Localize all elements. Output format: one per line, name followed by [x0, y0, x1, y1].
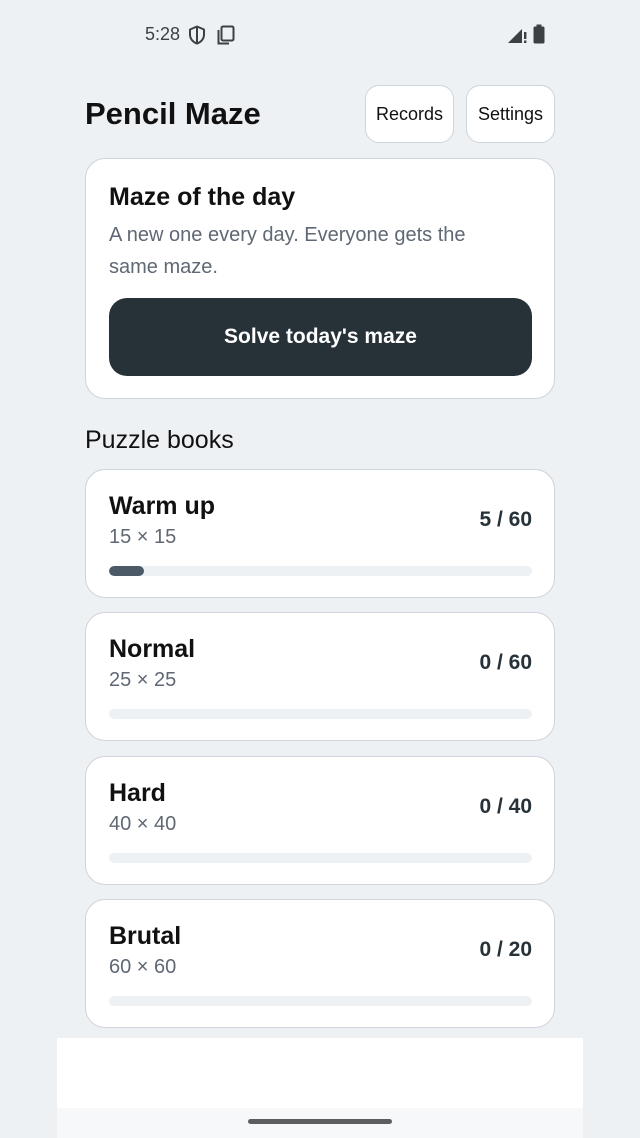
- home-gesture-handle[interactable]: [248, 1119, 392, 1124]
- progress-fill: [109, 566, 145, 576]
- book-progress-count: 0 / 20: [479, 938, 532, 961]
- book-name: Hard: [109, 779, 166, 807]
- book-progress-count: 0 / 40: [479, 795, 532, 818]
- copy-icon: [217, 25, 235, 45]
- puzzle-books-heading: Puzzle books: [85, 426, 234, 454]
- records-button[interactable]: Records: [365, 85, 454, 143]
- book-progress-count: 0 / 60: [479, 651, 532, 674]
- settings-button[interactable]: Settings: [466, 85, 555, 143]
- book-name: Normal: [109, 635, 196, 663]
- book-size: 60 × 60: [109, 956, 177, 978]
- solve-today-button[interactable]: Solve today's maze: [109, 298, 532, 376]
- book-card-warm-up[interactable]: Warm up 15 × 15 5 / 60: [85, 469, 555, 598]
- shield-icon: [189, 25, 205, 45]
- daily-maze-description: A new one every day. Everyone gets the s…: [109, 224, 466, 278]
- book-card-normal[interactable]: Normal 25 × 25 0 / 60: [85, 612, 555, 741]
- progress-track: [109, 853, 532, 863]
- battery-icon: [533, 24, 545, 44]
- app-title: Pencil Maze: [85, 96, 261, 131]
- signal-icon: [508, 29, 527, 43]
- book-size: 25 × 25: [109, 669, 177, 691]
- progress-track: [109, 996, 532, 1006]
- book-progress-count: 5 / 60: [479, 508, 532, 531]
- book-name: Brutal: [109, 922, 182, 950]
- book-card-brutal[interactable]: Brutal 60 × 60 0 / 20: [85, 899, 555, 1028]
- bottom-panel: [57, 1038, 583, 1108]
- daily-maze-title: Maze of the day: [109, 183, 296, 211]
- book-size: 15 × 15: [109, 526, 177, 548]
- book-size: 40 × 40: [109, 813, 177, 835]
- daily-maze-card: Maze of the day A new one every day. Eve…: [85, 158, 555, 399]
- progress-track: [109, 709, 532, 719]
- status-time: 5:28: [145, 24, 181, 44]
- book-card-hard[interactable]: Hard 40 × 40 0 / 40: [85, 756, 555, 885]
- book-name: Warm up: [109, 492, 216, 520]
- status-bar: 5:28: [0, 0, 640, 70]
- progress-track: [109, 566, 532, 576]
